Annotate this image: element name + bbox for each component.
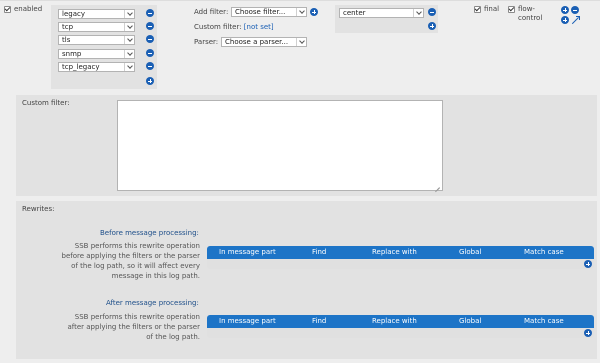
add-filter-label: Add filter: xyxy=(194,8,229,16)
destination-select[interactable]: center xyxy=(339,8,424,18)
enabled-label: enabled xyxy=(14,5,43,13)
remove-source-icon[interactable] xyxy=(146,35,154,43)
source-value: tcp xyxy=(62,23,74,31)
before-rewrite-table: In message part Find Replace with Global… xyxy=(207,246,594,269)
source-value: legacy xyxy=(62,10,85,18)
source-select[interactable]: tcp xyxy=(58,22,135,32)
parser-select[interactable]: Choose a parser... xyxy=(221,37,307,47)
source-value: tcp_legacy xyxy=(62,63,100,71)
column-header: In message part xyxy=(219,317,276,325)
destination-value: center xyxy=(343,9,366,17)
add-log-path-icon[interactable] xyxy=(561,6,569,14)
chevron-down-icon xyxy=(296,38,306,46)
chevron-down-icon xyxy=(124,36,134,44)
custom-filter-label-text: Custom filter: xyxy=(194,23,242,31)
column-header: Match case xyxy=(524,317,564,325)
column-header: Global xyxy=(459,317,482,325)
remove-source-icon[interactable] xyxy=(146,49,154,57)
add-source-icon[interactable] xyxy=(146,77,154,85)
after-processing-title: After message processing: xyxy=(106,299,199,307)
final-checkbox[interactable] xyxy=(474,6,481,13)
destination-list: center xyxy=(335,5,438,33)
custom-filter-area-label: Custom filter: xyxy=(22,99,70,107)
final-label: final xyxy=(484,5,500,13)
enabled-checkbox[interactable] xyxy=(4,6,11,13)
parser-label: Parser: xyxy=(194,38,219,46)
chevron-down-icon xyxy=(124,23,134,31)
table-body xyxy=(207,328,594,338)
chevron-down-icon xyxy=(413,9,423,17)
flow-control-label: flow-control xyxy=(518,5,543,22)
source-list: legacy tcp tls snmp tcp_legacy xyxy=(51,5,157,89)
chevron-down-icon xyxy=(124,63,134,71)
flow-control-checkbox[interactable] xyxy=(508,6,515,13)
table-header: In message part Find Replace with Global… xyxy=(207,246,594,259)
custom-filter-label: Custom filter: [not set] xyxy=(194,23,274,32)
add-filter-value: Choose filter... xyxy=(235,8,286,16)
parser-value: Choose a parser... xyxy=(225,38,289,46)
column-header: Match case xyxy=(524,248,564,256)
source-select[interactable]: tcp_legacy xyxy=(58,62,135,72)
before-processing-title: Before message processing: xyxy=(100,229,199,237)
after-processing-description: SSB performs this rewrite operation afte… xyxy=(67,313,200,341)
column-header: Global xyxy=(459,248,482,256)
custom-filter-textarea[interactable] xyxy=(117,100,443,191)
resize-grip-icon[interactable] xyxy=(435,183,440,188)
add-rewrite-icon[interactable] xyxy=(584,260,592,268)
chevron-down-icon xyxy=(124,50,134,58)
add-filter-select[interactable]: Choose filter... xyxy=(231,7,307,17)
chevron-down-icon xyxy=(124,10,134,18)
table-header: In message part Find Replace with Global… xyxy=(207,315,594,328)
custom-filter-link[interactable]: [not set] xyxy=(244,23,274,31)
column-header: Find xyxy=(312,248,327,256)
before-processing-description: SSB performs this rewrite operation befo… xyxy=(61,242,200,280)
add-child-path-icon[interactable] xyxy=(561,16,569,24)
chevron-down-icon xyxy=(296,8,306,16)
source-select[interactable]: legacy xyxy=(58,9,135,19)
column-header: Replace with xyxy=(372,248,417,256)
column-header: In message part xyxy=(219,248,276,256)
source-select[interactable]: snmp xyxy=(58,49,135,59)
remove-source-icon[interactable] xyxy=(146,22,154,30)
column-header: Replace with xyxy=(372,317,417,325)
remove-log-path-icon[interactable] xyxy=(571,6,579,14)
remove-destination-icon[interactable] xyxy=(428,8,436,16)
table-body xyxy=(207,259,594,269)
source-value: tls xyxy=(62,36,71,44)
add-filter-icon[interactable] xyxy=(310,8,318,16)
log-path-panel: enabled legacy tcp tls snmp tcp_legacy A… xyxy=(0,0,600,363)
after-rewrite-table: In message part Find Replace with Global… xyxy=(207,315,594,338)
source-value: snmp xyxy=(62,50,82,58)
add-destination-icon[interactable] xyxy=(428,22,436,30)
add-rewrite-icon[interactable] xyxy=(584,329,592,337)
source-select[interactable]: tls xyxy=(58,35,135,45)
remove-source-icon[interactable] xyxy=(146,9,154,17)
remove-source-icon[interactable] xyxy=(146,62,154,70)
rewrites-label: Rewrites: xyxy=(22,205,55,213)
expand-icon[interactable] xyxy=(571,16,580,24)
column-header: Find xyxy=(312,317,327,325)
